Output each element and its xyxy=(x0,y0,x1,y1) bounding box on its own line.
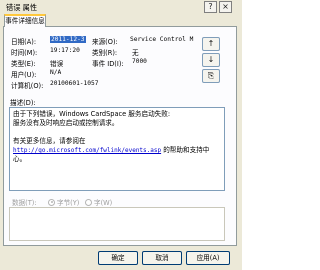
apply-button[interactable]: 应用(A) xyxy=(186,251,230,265)
copy-icon: ⎘ xyxy=(207,71,215,80)
window-title: 错误 属性 xyxy=(6,3,38,12)
help-button[interactable]: ? xyxy=(204,1,217,13)
computer-label: 计算机(O): xyxy=(11,82,44,90)
source-value: Service Control M xyxy=(130,36,194,43)
bytes-radio-label: 字节(Y) xyxy=(57,199,80,207)
source-label: 来源(O): xyxy=(92,38,118,46)
tab-event-details[interactable]: 事件详细信息 xyxy=(4,14,46,27)
ok-button[interactable]: 确定 xyxy=(98,251,138,265)
description-line-3: 有关更多信息，请参阅在 xyxy=(13,137,86,145)
description-line-4: http://go.microsoft.com/fwlink/events.as… xyxy=(13,146,221,155)
category-value: 无 xyxy=(132,49,139,57)
date-value: 2011-12-3 xyxy=(50,36,86,43)
bytes-radio[interactable]: 字节(Y) xyxy=(48,197,79,207)
type-label: 类型(E): xyxy=(11,60,36,68)
arrow-down-icon: ↓ xyxy=(207,55,215,64)
words-radio[interactable]: 字(W) xyxy=(85,197,112,207)
description-line-4-suffix: 的帮助和支持中 xyxy=(161,146,210,154)
event-properties-window: 错误 属性 ? × 事件详细信息 日期(A): 2011-12-3 来源(O):… xyxy=(0,0,242,270)
description-line-5: 心。 xyxy=(13,155,27,163)
previous-event-button[interactable]: ↑ xyxy=(202,37,220,51)
copy-event-button[interactable]: ⎘ xyxy=(202,69,220,83)
type-value: 错误 xyxy=(50,60,64,68)
event-id-value: 7000 xyxy=(132,58,147,65)
help-link[interactable]: http://go.microsoft.com/fwlink/events.as… xyxy=(13,147,161,154)
description-label: 描述(D): xyxy=(10,99,36,107)
radio-dot-selected xyxy=(48,198,55,206)
radio-dot xyxy=(85,198,92,206)
computer-value: 20100601-1057 xyxy=(50,80,99,87)
user-value: N/A xyxy=(50,69,62,76)
description-line-1: 由于下列错误，Windows CardSpace 服务启动失败: xyxy=(13,110,171,118)
words-radio-label: 字(W) xyxy=(94,199,113,207)
description-line-2: 服务没有及时响应启动或控制请求。 xyxy=(13,119,119,127)
description-text-box[interactable]: 由于下列错误，Windows CardSpace 服务启动失败: 服务没有及时响… xyxy=(9,107,225,191)
data-label: 数据(T): xyxy=(12,199,37,207)
cancel-button[interactable]: 取消 xyxy=(142,251,182,265)
event-id-label: 事件 ID(I): xyxy=(92,60,124,68)
user-label: 用户(U): xyxy=(11,71,37,79)
time-label: 时间(M): xyxy=(11,49,38,57)
time-value: 19:17:20 xyxy=(50,47,80,54)
arrow-up-icon: ↑ xyxy=(207,39,215,48)
close-button[interactable]: × xyxy=(219,1,232,13)
date-value-wrap: 2011-12-3 xyxy=(50,36,86,43)
date-label: 日期(A): xyxy=(11,38,37,46)
next-event-button[interactable]: ↓ xyxy=(202,53,220,67)
data-box[interactable] xyxy=(9,207,225,241)
category-label: 类别(R): xyxy=(92,49,118,57)
